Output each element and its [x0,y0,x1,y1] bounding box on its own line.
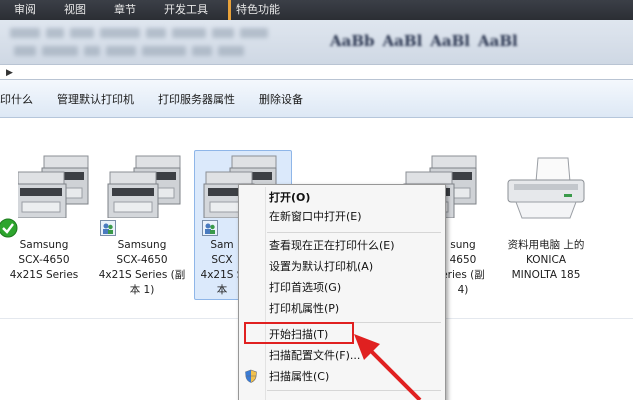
menu-item-open[interactable]: 打开(O) [269,189,310,207]
device-label-line: Samsung [117,239,167,251]
uac-shield-icon [245,369,257,383]
ribbon-toolbar: AaBb AaBl AaBl AaBl [0,20,633,64]
device-label-line: Samsung [19,239,69,251]
annotation-highlight-box [244,322,354,344]
ribbon-blurred-row-2 [0,46,633,56]
style-sample[interactable]: AaBb [330,32,375,50]
ribbon-tab-bar: 审阅 视图 章节 开发工具 特色功能 [0,0,633,20]
see-whats-printing-button[interactable]: 印什么 [0,91,45,107]
printer-icon [0,118,94,238]
menu-item-set-default[interactable]: 设置为默认打印机(A) [269,258,373,276]
tab-developer[interactable]: 开发工具 [150,0,222,20]
device-label-line: SCX-4650 [18,254,70,266]
tab-review[interactable]: 审阅 [0,0,50,20]
shared-users-icon [202,220,218,236]
tab-special-features[interactable]: 特色功能 [228,0,294,20]
device-label-line: KONICA [525,254,567,266]
address-bar[interactable]: ▶ [0,64,633,80]
tab-section[interactable]: 章节 [100,0,150,20]
device-label-line: SCX-4650 [116,254,168,266]
printer-icon [92,118,192,236]
menu-item-scan-properties[interactable]: 扫描属性(C) [269,368,329,386]
manage-default-printers-button[interactable]: 管理默认打印机 [45,91,146,107]
default-check-icon [0,218,18,238]
annotation-arrow-icon [354,334,422,400]
device-label-line: MINOLTA 185 [511,269,581,281]
style-sample[interactable]: AaBl [430,32,470,50]
style-sample[interactable]: AaBl [478,32,518,50]
menu-gutter [265,187,266,400]
menu-item-printer-properties[interactable]: 打印机属性(P) [269,300,339,318]
command-bar: 印什么 管理默认打印机 打印服务器属性 删除设备 [0,80,633,118]
device-label-line: 4x21S Series [9,269,79,281]
menu-item-printing-preferences[interactable]: 打印首选项(G) [269,279,341,297]
tab-view[interactable]: 视图 [50,0,100,20]
style-sample[interactable]: AaBl [383,32,423,50]
device-printer-2[interactable]: Samsung SCX-4650 4x21S Series (副 本 1) [92,118,192,296]
menu-item-see-printing[interactable]: 查看现在正在打印什么(E) [269,237,395,255]
device-printer-1[interactable]: Samsung SCX-4650 4x21S Series [0,118,94,281]
printer-window: 审阅 视图 章节 开发工具 特色功能 AaBb AaBl AaBl AaBl ▶… [0,0,633,400]
device-printer-konica[interactable]: 资料用电脑 上的 KONICA MINOLTA 185 [496,118,596,281]
print-server-properties-button[interactable]: 打印服务器属性 [146,91,247,107]
shared-users-icon [100,220,116,236]
style-gallery[interactable]: AaBb AaBl AaBl AaBl [330,32,518,50]
menu-separator [267,232,441,233]
printer-icon [496,118,596,219]
device-label-line: 资料用电脑 上的 [507,239,585,251]
expand-arrow-icon[interactable]: ▶ [6,67,13,78]
menu-item-open-new-window[interactable]: 在新窗口中打开(E) [269,208,362,226]
remove-device-button[interactable]: 删除设备 [247,91,315,107]
ribbon-blurred-row [0,28,633,38]
device-label-line: 本 1) [129,284,155,296]
device-label-line: 4x21S Series (副 [98,269,186,281]
